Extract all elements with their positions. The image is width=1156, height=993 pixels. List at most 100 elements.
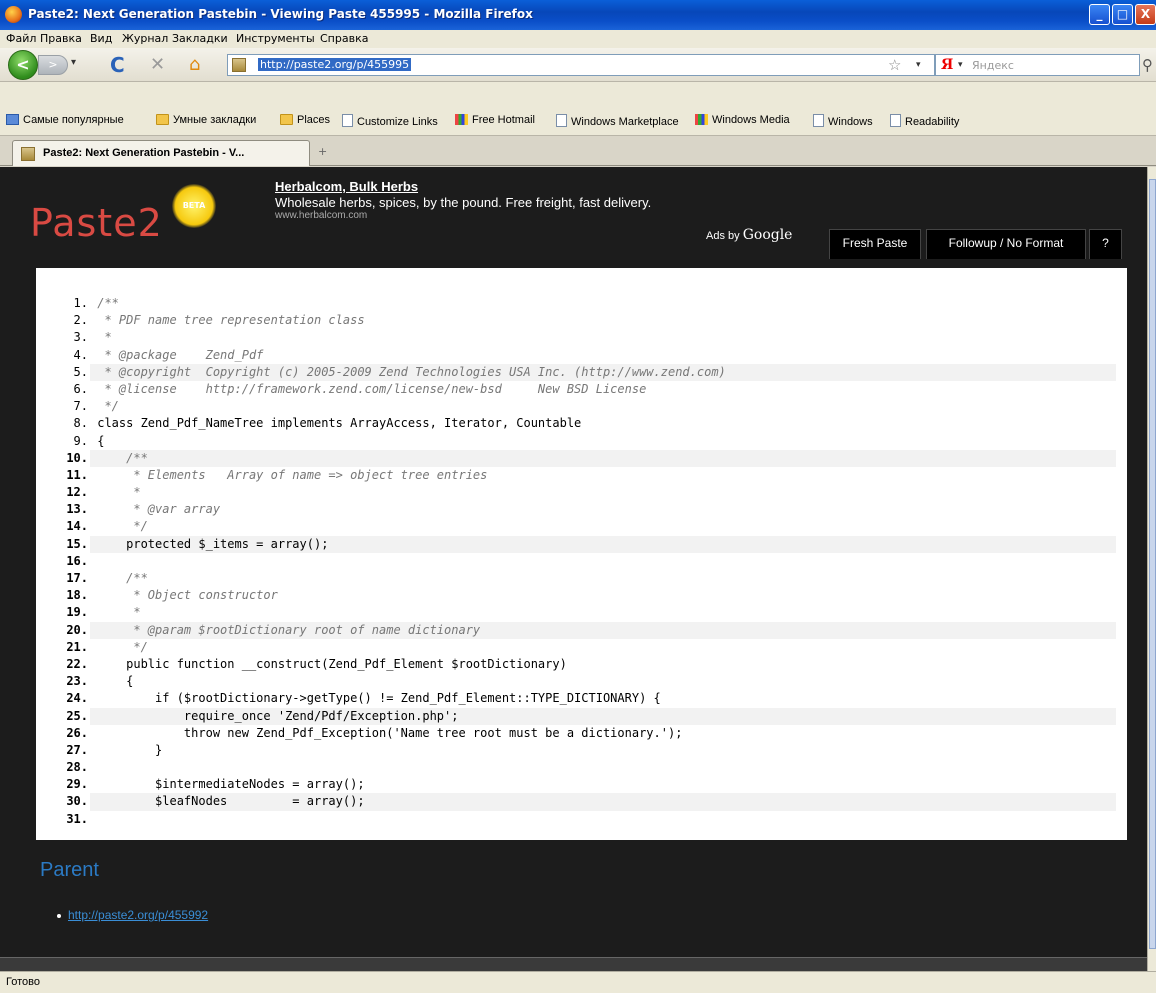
tab-label: Paste2: Next Generation Pastebin - V... xyxy=(43,147,245,159)
menu-file[interactable]: Файл xyxy=(6,32,36,45)
folder-icon xyxy=(156,114,169,125)
code-line: 31. xyxy=(54,810,1116,828)
code-line: 24. if ($rootDictionary->getType() != Ze… xyxy=(54,690,1116,708)
paste-content: 1. /** 2. * PDF name tree representation … xyxy=(36,268,1127,840)
page-icon xyxy=(890,114,901,127)
search-input[interactable]: Я ▾ Яндекс xyxy=(935,54,1140,76)
navigation-toolbar: < > ▾ C ✕ ⌂ http://paste2.org/p/455995 ☆… xyxy=(0,48,1156,82)
new-tab-icon[interactable]: + xyxy=(318,145,327,158)
line-number: 13. xyxy=(54,501,90,519)
bookmark-customize-links[interactable]: Customize Links xyxy=(342,114,438,128)
code-text: * xyxy=(97,330,112,345)
menu-edit[interactable]: Правка xyxy=(40,32,82,45)
reload-icon[interactable]: C xyxy=(110,53,125,77)
tab-fresh-paste[interactable]: Fresh Paste xyxy=(829,229,921,259)
paste2-favicon-icon xyxy=(21,147,35,161)
scrollbar-thumb[interactable] xyxy=(1149,179,1156,949)
menu-history[interactable]: Журнал xyxy=(122,32,168,45)
bookmark-readability[interactable]: Readability xyxy=(890,114,959,128)
bookmark-windows[interactable]: Windows xyxy=(813,114,873,128)
ads-by-google[interactable]: Ads by Google xyxy=(706,227,792,243)
code-line: 8. class Zend_Pdf_NameTree implements Ar… xyxy=(54,415,1116,433)
page-icon xyxy=(342,114,353,127)
tab-help[interactable]: ? xyxy=(1089,229,1122,259)
site-identity-icon[interactable] xyxy=(232,58,246,72)
search-placeholder: Яндекс xyxy=(972,59,1014,72)
line-number: 27. xyxy=(54,741,90,760)
menu-bookmarks[interactable]: Закладки xyxy=(172,32,228,45)
vertical-scrollbar[interactable] xyxy=(1147,167,1156,971)
window-title-bar: Paste2: Next Generation Pastebin - Viewi… xyxy=(0,0,1156,30)
minimize-button[interactable]: _ xyxy=(1089,4,1110,25)
address-url[interactable]: http://paste2.org/p/455995 xyxy=(258,58,412,71)
code-text: /** xyxy=(97,571,148,585)
line-number: 14. xyxy=(54,518,90,536)
folder-icon xyxy=(280,114,293,125)
code-text: protected $_items = array(); xyxy=(97,536,329,551)
windows-logo-icon xyxy=(455,114,468,125)
code-text: * xyxy=(97,605,141,620)
back-button[interactable]: < xyxy=(8,50,38,80)
home-icon[interactable]: ⌂ xyxy=(189,54,200,75)
bookmark-most-visited[interactable]: Самые популярные xyxy=(6,114,124,126)
line-number: 17. xyxy=(54,570,90,588)
code-line: 29. $intermediateNodes = array(); xyxy=(54,776,1116,794)
menu-view[interactable]: Вид xyxy=(90,32,112,45)
bookmark-star-icon[interactable]: ☆ xyxy=(888,56,901,74)
code-line: 23. { xyxy=(54,673,1116,691)
search-engine-dropdown-icon[interactable]: ▾ xyxy=(958,60,963,70)
bookmark-windows-media[interactable]: Windows Media xyxy=(695,114,790,126)
code-listing: 1. /** 2. * PDF name tree representation … xyxy=(54,295,1116,828)
code-line: 28. xyxy=(54,759,1116,777)
ad-url[interactable]: www.herbalcom.com xyxy=(275,210,651,221)
yandex-icon[interactable]: Я xyxy=(941,57,953,73)
code-text: require_once 'Zend/Pdf/Exception.php'; xyxy=(97,708,459,723)
code-text: * @copyright Copyright (c) 2005-2009 Zen… xyxy=(97,364,726,379)
code-line: 3. * xyxy=(54,329,1116,347)
code-line: 2. * PDF name tree representation class xyxy=(54,312,1116,330)
bookmark-places[interactable]: Places xyxy=(280,114,330,126)
line-number: 29. xyxy=(54,776,90,794)
bookmarks-star-icon xyxy=(6,114,19,125)
code-line: 5. * @copyright Copyright (c) 2005-2009 … xyxy=(54,363,1116,381)
tab-followup-no-format[interactable]: Followup / No Format xyxy=(926,229,1086,259)
code-text: * @package Zend_Pdf xyxy=(97,347,264,362)
code-line: 27. } xyxy=(54,741,1116,760)
bookmark-smart-bookmarks[interactable]: Умные закладки xyxy=(156,114,256,126)
paste2-logo[interactable]: Paste2 xyxy=(30,201,163,245)
ad-title-link[interactable]: Herbalcom, Bulk Herbs xyxy=(275,179,651,194)
forward-button[interactable]: > xyxy=(38,55,68,75)
bookmarks-toolbar: Самые популярные Умные закладки Places C… xyxy=(0,82,1156,136)
tab-paste2[interactable]: Paste2: Next Generation Pastebin - V... xyxy=(12,140,310,166)
url-dropdown-icon[interactable]: ▾ xyxy=(916,60,921,70)
window-title: Paste2: Next Generation Pastebin - Viewi… xyxy=(28,7,533,21)
address-bar[interactable]: http://paste2.org/p/455995 ☆ ▾ xyxy=(227,54,935,76)
bookmark-windows-marketplace[interactable]: Windows Marketplace xyxy=(556,114,679,128)
code-line: 13. * @var array xyxy=(54,501,1116,519)
code-line: 22. public function __construct(Zend_Pdf… xyxy=(54,655,1116,674)
code-text: class Zend_Pdf_NameTree implements Array… xyxy=(97,416,582,431)
code-text: public function __construct(Zend_Pdf_Ele… xyxy=(97,656,567,671)
page-icon xyxy=(813,114,824,127)
menu-help[interactable]: Справка xyxy=(320,32,368,45)
line-number: 31. xyxy=(54,810,90,828)
stop-icon[interactable]: ✕ xyxy=(150,54,165,75)
close-button[interactable]: X xyxy=(1135,4,1156,25)
line-number: 19. xyxy=(54,604,90,622)
code-text: * PDF name tree representation class xyxy=(97,313,365,328)
parent-link[interactable]: http://paste2.org/p/455992 xyxy=(68,908,208,922)
code-line: 14. */ xyxy=(54,518,1116,536)
menu-tools[interactable]: Инструменты xyxy=(236,32,315,45)
code-text: * @param $rootDictionary root of name di… xyxy=(97,622,481,637)
line-number: 3. xyxy=(54,329,90,347)
bookmark-free-hotmail[interactable]: Free Hotmail xyxy=(455,114,535,126)
line-number: 12. xyxy=(54,484,90,502)
code-line: 16. xyxy=(54,552,1116,571)
line-number: 15. xyxy=(54,535,90,553)
search-go-icon[interactable]: ⚲ xyxy=(1142,56,1153,74)
code-text: throw new Zend_Pdf_Exception('Name tree … xyxy=(97,725,683,740)
maximize-button[interactable]: □ xyxy=(1112,4,1133,25)
line-number: 23. xyxy=(54,673,90,691)
history-dropdown-icon[interactable]: ▾ xyxy=(71,57,76,68)
ad-block: Herbalcom, Bulk Herbs Wholesale herbs, s… xyxy=(275,179,651,221)
